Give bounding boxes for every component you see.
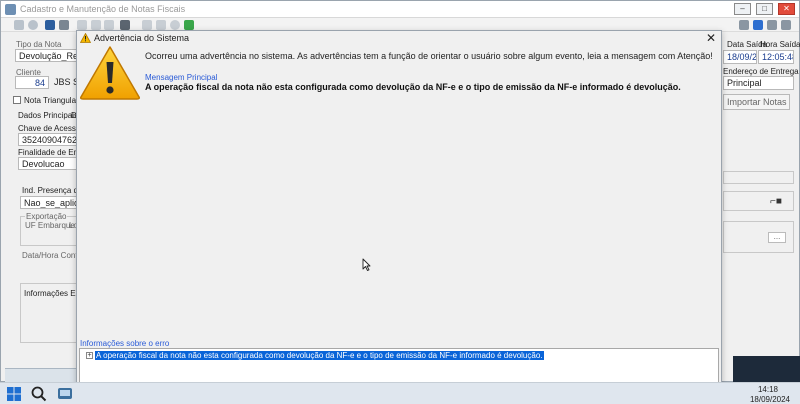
right-box-2: ⌐■: [723, 191, 794, 211]
cliente-name-text: JBS S: [54, 77, 77, 87]
exportacao-label: Exportação: [25, 212, 68, 221]
dialog-header: Advertência do Sistema ✕: [77, 31, 721, 45]
warning-dialog: Advertência do Sistema ✕ Ocorreu uma adv…: [76, 30, 722, 402]
warning-small-icon: [79, 32, 92, 45]
expand-toggle-icon[interactable]: +: [86, 352, 93, 359]
window-title: Cadastro e Manutenção de Notas Fiscais: [20, 4, 186, 14]
finalidade-select[interactable]: Devolucao: [18, 157, 77, 170]
warning-icon: [79, 45, 141, 103]
app-taskbar-icon[interactable]: [55, 384, 77, 404]
uf-embarque-label: UF Embarque: [25, 221, 75, 230]
hora-saida-label: Hora Saída: [760, 40, 800, 49]
app-icon: [5, 4, 16, 15]
print-icon[interactable]: [120, 20, 130, 30]
tipo-nota-label: Tipo da Nota: [16, 40, 62, 49]
data-saida-field[interactable]: 18/09/2024: [723, 50, 757, 64]
title-bar: Cadastro e Manutenção de Notas Fiscais –…: [1, 1, 799, 18]
tab-dados-principais[interactable]: Dados Principais: [18, 111, 78, 120]
bottom-left-strip: [5, 368, 77, 383]
right-box-1: [723, 171, 794, 184]
save-icon[interactable]: [45, 20, 55, 30]
nota-triangular-checkbox[interactable]: [13, 96, 21, 104]
info-circle-icon[interactable]: [767, 20, 777, 30]
mouse-cursor-icon: [362, 258, 371, 273]
message-section-label: Mensagem Principal: [145, 73, 218, 82]
block-icon[interactable]: [170, 20, 180, 30]
maximize-button[interactable]: □: [756, 3, 773, 15]
delete-icon[interactable]: [28, 20, 38, 30]
right-box-3: ...: [723, 221, 794, 253]
new-icon[interactable]: [14, 20, 24, 30]
cliente-code-field[interactable]: 84: [15, 76, 49, 89]
error-info-label: Informações sobre o erro: [80, 339, 170, 348]
attach-icon[interactable]: [142, 20, 152, 30]
endereco-label: Endereço de Entrega: [723, 67, 799, 76]
hora-saida-field[interactable]: 12:05:48: [758, 50, 794, 64]
search-icon[interactable]: [77, 20, 87, 30]
search-taskbar-icon[interactable]: [29, 384, 51, 404]
dialog-intro-text: Ocorreu uma advertência no sistema. As a…: [145, 51, 713, 61]
error-info-line[interactable]: A operação fiscal da nota não esta confi…: [95, 351, 544, 360]
minimize-button[interactable]: –: [734, 3, 751, 15]
dialog-title: Advertência do Sistema: [94, 33, 190, 43]
undo-icon[interactable]: [59, 20, 69, 30]
chave-acesso-field[interactable]: 35240904762135: [18, 133, 77, 146]
car-icon[interactable]: [739, 20, 749, 30]
window-icon[interactable]: [753, 20, 763, 30]
copy-icon[interactable]: [104, 20, 114, 30]
main-message-text: A operação fiscal da nota não esta confi…: [145, 82, 681, 92]
nota-triangular-label: Nota Triangular: [24, 96, 79, 105]
info-icon[interactable]: [156, 20, 166, 30]
ellipsis-button[interactable]: ...: [768, 232, 786, 243]
dialog-close-button[interactable]: ✕: [705, 31, 717, 45]
taskbar: 14:18 18/09/2024: [0, 382, 800, 404]
exit-icon[interactable]: [781, 20, 791, 30]
endereco-select[interactable]: Principal: [723, 76, 794, 90]
ind-presenca-select[interactable]: Nao_se_aplica: [20, 196, 77, 209]
background-app-strip: [733, 356, 800, 383]
export-icon[interactable]: [184, 20, 194, 30]
glasses-icon[interactable]: ⌐■: [770, 196, 782, 207]
tools-icon[interactable]: [91, 20, 101, 30]
clock-time: 14:18: [757, 385, 778, 394]
windows-start-icon[interactable]: [4, 384, 26, 404]
tipo-nota-field[interactable]: Devolução_Rem: [15, 49, 77, 62]
close-window-button[interactable]: ✕: [778, 3, 795, 15]
clock-date: 18/09/2024: [749, 395, 790, 404]
importar-notas-button[interactable]: Importar Notas: [723, 94, 790, 110]
